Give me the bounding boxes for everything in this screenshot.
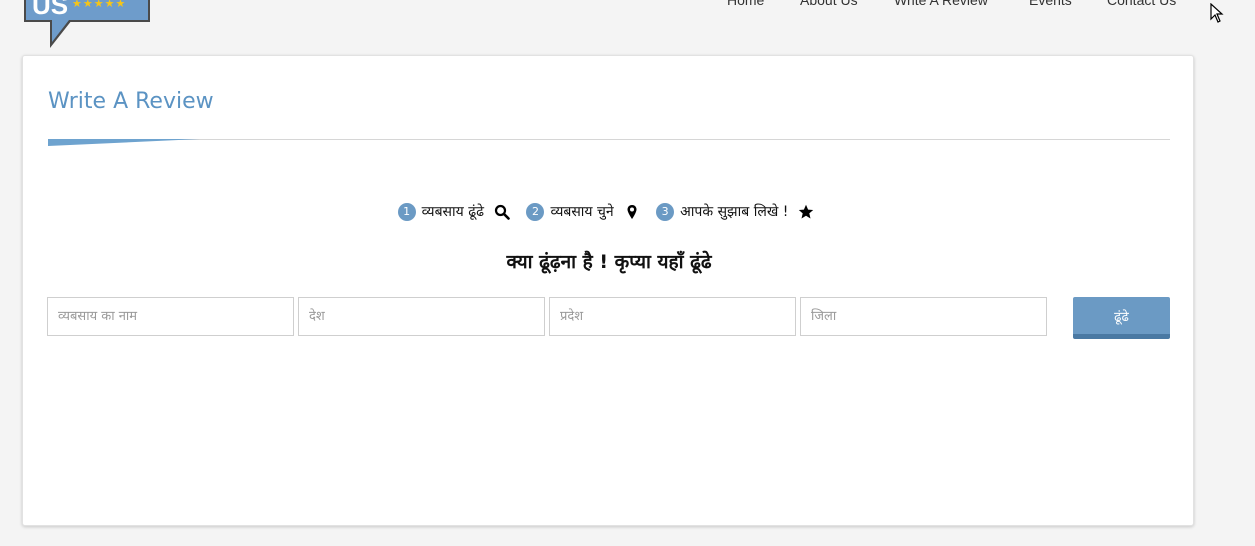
step-find-business: 1 व्यबसाय ढूंढे <box>397 202 516 221</box>
country-input[interactable] <box>298 297 545 336</box>
step-write-suggestion: 3 आपके सुझाब लिखे ! <box>656 202 820 221</box>
nav-item-events[interactable]: Events <box>1029 0 1072 8</box>
map-marker-icon <box>627 204 637 219</box>
search-prompt: क्या ढूंढ़ना है ! कृप्या यहाँ ढूंढे <box>506 251 712 273</box>
page-title: Write A Review <box>48 89 214 114</box>
review-card: Write A Review 1 व्यबसाय ढूंढे 2 व्यबसाय… <box>22 55 1194 526</box>
logo-speech-tail-fill <box>52 20 69 42</box>
step-label: व्यबसाय ढूंढे <box>421 204 484 220</box>
main-nav: Home About Us Write A Review Events Cont… <box>0 0 1255 12</box>
title-divider <box>48 139 1170 140</box>
step-number: 3 <box>656 202 675 221</box>
step-label: व्यबसाय चुने <box>550 204 614 220</box>
step-number: 2 <box>526 202 545 221</box>
nav-item-contact-us[interactable]: Contact Us <box>1107 0 1176 8</box>
search-button[interactable]: ढूंढे <box>1073 297 1170 339</box>
star-icon <box>799 204 814 218</box>
district-input[interactable] <box>800 297 1047 336</box>
business-name-input[interactable] <box>47 297 294 336</box>
step-number: 1 <box>397 202 416 221</box>
step-label: आपके सुझाब लिखे ! <box>680 204 789 220</box>
state-input[interactable] <box>549 297 796 336</box>
nav-item-write-a-review[interactable]: Write A Review <box>894 0 988 8</box>
step-select-business: 2 व्यबसाय चुने <box>526 202 645 221</box>
steps-bar: 1 व्यबसाय ढूंढे 2 व्यबसाय चुने 3 आपके सु… <box>23 202 1195 221</box>
search-icon <box>494 204 510 220</box>
mouse-cursor-icon <box>1210 3 1224 23</box>
nav-item-about-us[interactable]: About Us <box>800 0 858 8</box>
title-accent-bar <box>48 139 200 146</box>
nav-item-home[interactable]: Home <box>727 0 764 8</box>
